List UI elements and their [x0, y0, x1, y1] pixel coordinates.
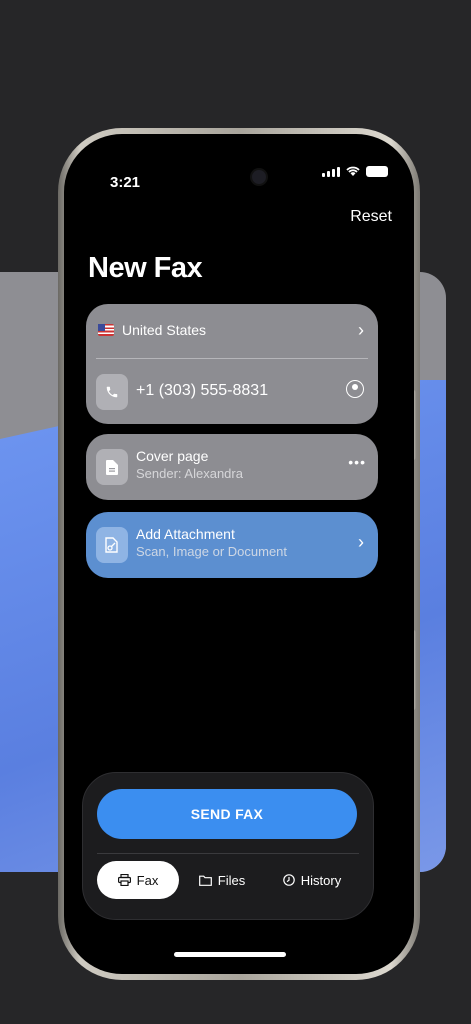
- send-fax-button[interactable]: SEND FAX: [97, 789, 357, 839]
- us-flag-icon: [98, 324, 114, 336]
- tab-bar: Fax Files History: [97, 861, 359, 899]
- country-selector[interactable]: United States: [98, 322, 206, 338]
- attachment-title: Add Attachment: [136, 526, 235, 542]
- cover-page-card[interactable]: Cover page Sender: Alexandra •••: [86, 434, 378, 500]
- cover-page-title: Cover page: [136, 448, 209, 464]
- tab-files-label: Files: [217, 872, 246, 888]
- phone-number-input[interactable]: +1 (303) 555-8831: [136, 382, 268, 400]
- phone-frame: 3:21 Reset New Fax United States › +1 (3…: [58, 128, 420, 980]
- cover-page-subtitle: Sender: Alexandra: [136, 466, 243, 481]
- status-time: 3:21: [110, 174, 141, 191]
- tab-history-label: History: [300, 872, 342, 888]
- battery-icon: [366, 166, 388, 177]
- reset-button[interactable]: Reset: [350, 208, 392, 226]
- document-icon: [96, 449, 128, 485]
- attachment-text: Add Attachment Scan, Image or Document: [136, 526, 287, 559]
- chevron-right-icon: ›: [358, 532, 364, 552]
- attachment-subtitle: Scan, Image or Document: [136, 544, 288, 559]
- tab-files[interactable]: Files: [179, 861, 265, 899]
- add-attachment-card[interactable]: Add Attachment Scan, Image or Document ›: [86, 512, 378, 578]
- tab-fax[interactable]: Fax: [97, 861, 179, 899]
- printer-icon: [117, 874, 131, 886]
- signal-icon: [322, 167, 340, 177]
- folder-icon: [198, 875, 212, 886]
- wifi-icon: [346, 166, 360, 176]
- chevron-right-icon: ›: [358, 320, 364, 340]
- recipient-card: United States › +1 (303) 555-8831: [86, 304, 378, 424]
- more-options-icon[interactable]: •••: [348, 454, 366, 470]
- divider: [96, 358, 368, 359]
- status-icons: [322, 166, 388, 177]
- contacts-icon[interactable]: [346, 380, 364, 398]
- attachment-icon: [96, 527, 128, 563]
- page-title: New Fax: [88, 252, 203, 284]
- tab-fax-label: Fax: [136, 872, 159, 888]
- cover-page-text: Cover page Sender: Alexandra: [136, 448, 243, 481]
- tab-history[interactable]: History: [265, 861, 359, 899]
- phone-icon: [96, 374, 128, 410]
- divider: [97, 853, 359, 854]
- home-indicator[interactable]: [174, 952, 286, 957]
- phone-screen: 3:21 Reset New Fax United States › +1 (3…: [64, 134, 414, 974]
- country-label: United States: [122, 322, 207, 338]
- camera-dot: [252, 170, 266, 184]
- bottom-panel: SEND FAX Fax Files History: [82, 772, 374, 920]
- clock-icon: [282, 874, 295, 886]
